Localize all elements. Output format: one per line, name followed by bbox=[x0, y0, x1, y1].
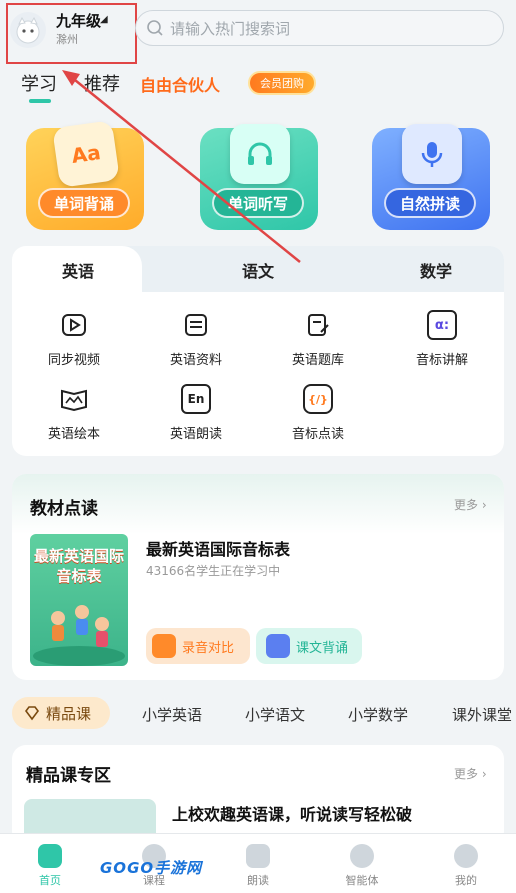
caret-down-icon[interactable]: ◢ bbox=[100, 14, 108, 25]
open-book-icon bbox=[59, 384, 89, 414]
play-video-icon bbox=[59, 310, 89, 340]
mic-record-icon bbox=[152, 634, 176, 658]
robot-icon bbox=[350, 844, 374, 868]
city-label: 滁州 bbox=[56, 33, 78, 46]
cover-title: 最新英语国际音标表 bbox=[34, 547, 125, 585]
tab-partner[interactable]: 自由合伙人 bbox=[140, 72, 220, 96]
button-label: 课文背诵 bbox=[296, 640, 349, 656]
nav-read[interactable]: 朗读 bbox=[228, 844, 288, 888]
tool-phonetic-reading[interactable]: {/} 音标点读 bbox=[258, 384, 378, 442]
diamond-icon bbox=[25, 706, 39, 721]
children-illustration-icon bbox=[33, 605, 125, 666]
tab-chinese[interactable]: 语文 bbox=[242, 258, 274, 282]
tool-english-materials[interactable]: 英语资料 bbox=[136, 310, 256, 368]
book-stack-icon bbox=[181, 310, 211, 340]
watermark-logo: GOGO手游网 bbox=[100, 859, 203, 877]
code-braces-icon: {/} bbox=[303, 384, 333, 414]
nav-home[interactable]: 首页 bbox=[20, 844, 80, 888]
course-tab-premium[interactable]: 精品课 bbox=[12, 697, 110, 729]
tool-phonetic-lecture[interactable]: α: 音标讲解 bbox=[382, 310, 502, 368]
tool-label: 音标点读 bbox=[291, 427, 344, 442]
search-placeholder: 请输入热门搜索词 bbox=[170, 19, 291, 38]
tool-picture-books[interactable]: 英语绘本 bbox=[14, 384, 134, 442]
tab-english[interactable]: 英语 bbox=[62, 258, 94, 282]
tool-label: 英语朗读 bbox=[169, 427, 222, 442]
premium-more-link[interactable]: 更多 › bbox=[454, 765, 487, 782]
tool-label: 英语题库 bbox=[291, 353, 344, 368]
course-title[interactable]: 上校欢趣英语课，听说读写轻松破 bbox=[172, 801, 412, 825]
tool-label: 同步视频 bbox=[47, 353, 100, 368]
tab-study[interactable]: 学习 bbox=[21, 70, 57, 96]
subject-tabs: 英语 语文 数学 bbox=[12, 246, 504, 292]
tab-recommend[interactable]: 推荐 bbox=[84, 70, 120, 96]
home-icon bbox=[38, 844, 62, 868]
avatar[interactable] bbox=[10, 12, 46, 48]
feature-word-recite[interactable]: Aa 单词背诵 bbox=[26, 120, 144, 230]
subject-panel: 英语 语文 数学 同步视频 英语资料 英语题库 α: 音标讲解 英语绘本 En … bbox=[12, 246, 504, 456]
nav-agent[interactable]: 智能体 bbox=[332, 844, 392, 888]
learner-count: 43166名学生正在学习中 bbox=[146, 564, 281, 578]
textbook-section-title: 教材点读 bbox=[30, 499, 98, 519]
cat-avatar-icon bbox=[16, 16, 40, 44]
feature-phonics[interactable]: 自然拼读 bbox=[372, 124, 490, 230]
tab-math[interactable]: 数学 bbox=[420, 258, 452, 282]
search-input[interactable]: 请输入热门搜索词 bbox=[135, 10, 504, 46]
tool-sync-video[interactable]: 同步视频 bbox=[14, 310, 134, 368]
nav-label: 我的 bbox=[455, 874, 477, 887]
book-title[interactable]: 最新英语国际音标表 bbox=[146, 536, 290, 560]
book-cover[interactable]: 最新英语国际音标表 bbox=[30, 534, 128, 666]
tool-label: 英语资料 bbox=[169, 353, 222, 368]
profile-icon bbox=[454, 844, 478, 868]
tool-label: 音标讲解 bbox=[415, 353, 468, 368]
alpha-phonetic-icon: α: bbox=[427, 310, 457, 340]
clipboard-pen-icon bbox=[303, 310, 333, 340]
tool-label: 英语绘本 bbox=[47, 427, 100, 442]
feature-label: 自然拼读 bbox=[384, 188, 476, 218]
en-mic-icon: En bbox=[181, 384, 211, 414]
grade-label[interactable]: 九年级 bbox=[56, 10, 101, 31]
feature-word-dictation[interactable]: 单词听写 bbox=[200, 124, 318, 230]
record-compare-button[interactable]: 录音对比 bbox=[146, 628, 250, 664]
course-tab-label: 精品课 bbox=[46, 704, 92, 723]
course-tab-primary-math[interactable]: 小学数学 bbox=[348, 704, 408, 725]
textbook-more-link[interactable]: 更多 › bbox=[454, 496, 487, 513]
premium-section-title: 精品课专区 bbox=[26, 766, 111, 786]
microphone-icon bbox=[246, 844, 270, 868]
tool-english-reading[interactable]: En 英语朗读 bbox=[136, 384, 256, 442]
course-tab-primary-chinese[interactable]: 小学语文 bbox=[245, 704, 305, 725]
tool-question-bank[interactable]: 英语题库 bbox=[258, 310, 378, 368]
nav-label: 首页 bbox=[39, 874, 61, 887]
bottom-nav: 首页 课程 朗读 智能体 我的 bbox=[0, 833, 516, 893]
vip-group-button[interactable]: 会员团购 bbox=[248, 71, 316, 95]
feature-label: 单词听写 bbox=[212, 188, 304, 218]
nav-label: 智能体 bbox=[345, 874, 379, 887]
button-label: 录音对比 bbox=[182, 640, 235, 656]
feature-label: 单词背诵 bbox=[38, 188, 130, 218]
recite-text-button[interactable]: 课文背诵 bbox=[256, 628, 362, 664]
textbook-card: 教材点读 更多 › 最新英语国际音标表 最新英语国际音标表 43166名学生正在… bbox=[12, 474, 504, 680]
course-tab-extracurricular[interactable]: 课外课堂 bbox=[452, 704, 512, 725]
tab-underline bbox=[29, 99, 51, 103]
nav-profile[interactable]: 我的 bbox=[436, 844, 496, 888]
nav-label: 朗读 bbox=[247, 874, 269, 887]
book-pen-icon bbox=[266, 634, 290, 658]
microphone-icon bbox=[402, 124, 462, 184]
search-icon bbox=[147, 20, 163, 36]
aa-letters-icon: Aa bbox=[52, 120, 120, 188]
premium-section: 精品课专区 更多 › 上校欢趣英语课，听说读写轻松破 bbox=[12, 745, 504, 845]
headphones-icon bbox=[230, 124, 290, 184]
course-tab-primary-english[interactable]: 小学英语 bbox=[142, 704, 202, 725]
